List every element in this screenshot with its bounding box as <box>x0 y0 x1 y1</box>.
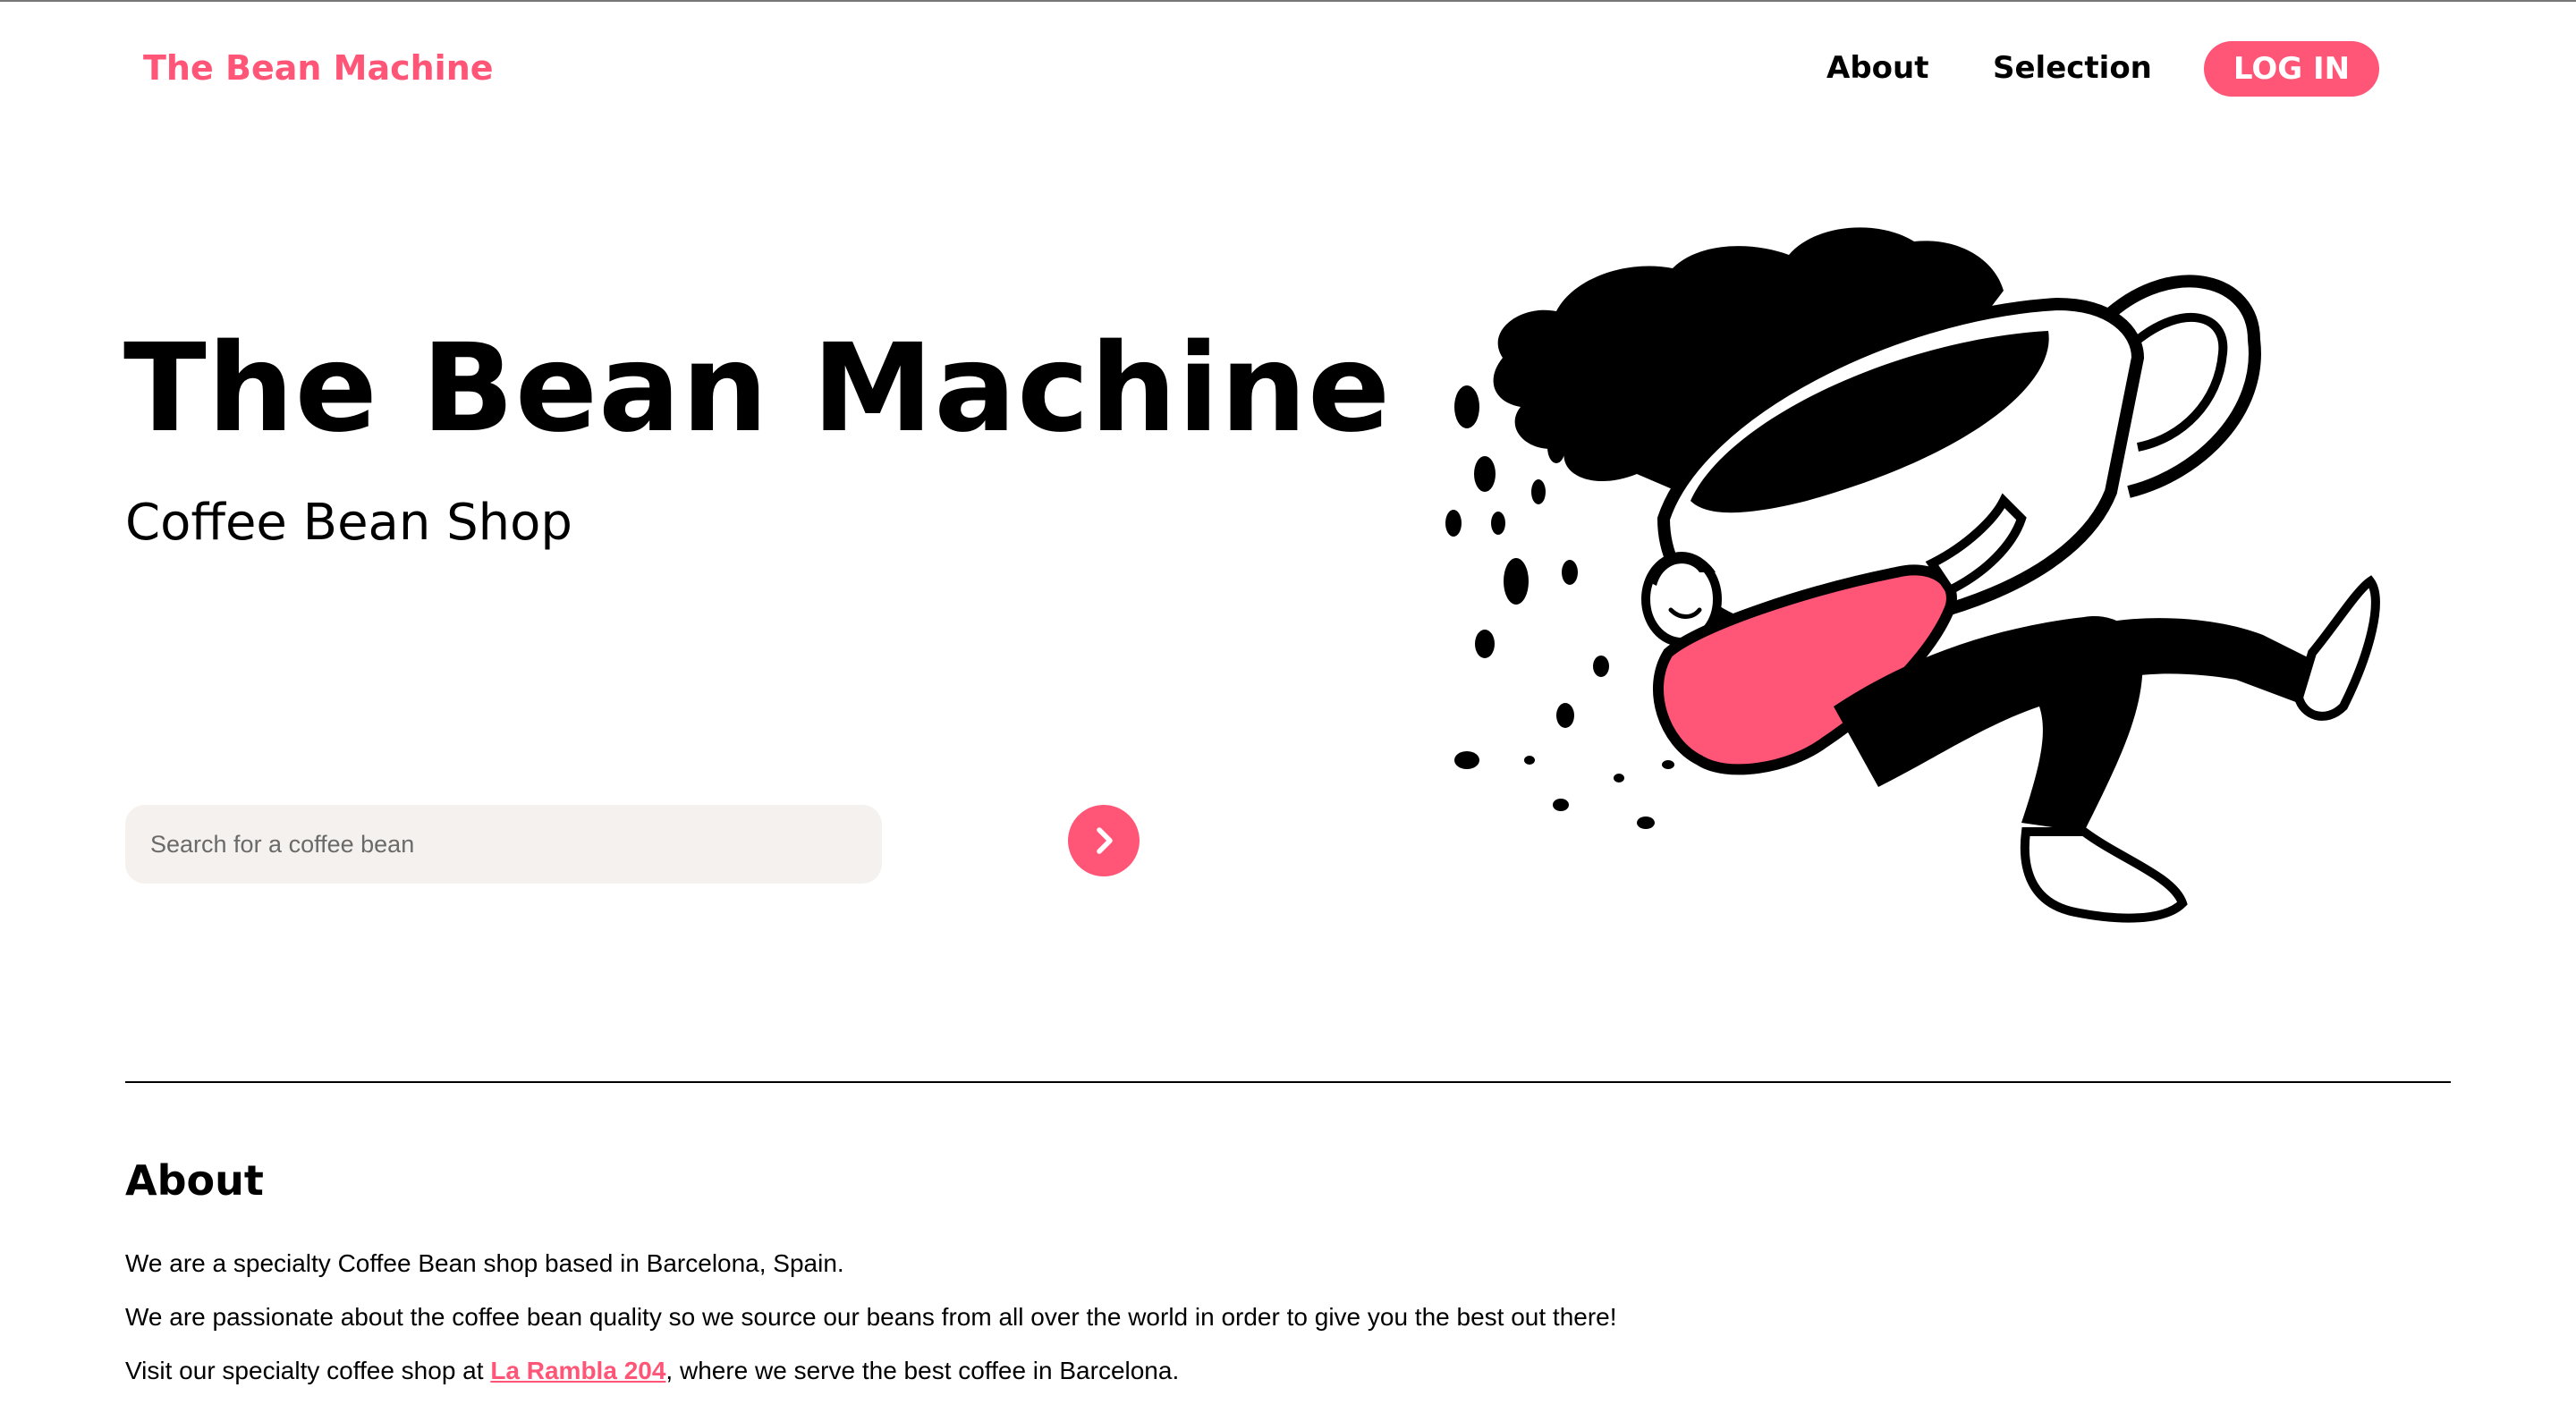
about-paragraph-1: We are a specialty Coffee Bean shop base… <box>125 1249 844 1277</box>
about-paragraph-3-lead: Visit our specialty coffee shop at <box>125 1357 491 1384</box>
about-heading: About <box>125 1156 264 1205</box>
search-submit-button[interactable] <box>1068 805 1140 876</box>
login-button[interactable]: LOG IN <box>2204 41 2379 97</box>
hero-title: The Bean Machine <box>123 318 1392 460</box>
section-divider <box>125 1081 2451 1083</box>
search-input[interactable] <box>125 805 882 884</box>
address-link[interactable]: La Rambla 204 <box>490 1357 665 1384</box>
brand-logo-link[interactable]: The Bean Machine <box>143 43 494 93</box>
nav-about-link[interactable]: About <box>1826 43 1928 93</box>
about-paragraph-3: Visit our specialty coffee shop at La Ra… <box>125 1353 1179 1389</box>
navbar: The Bean Machine About Selection LOG IN <box>0 0 2576 134</box>
about-paragraph-2: We are passionate about the coffee bean … <box>125 1303 1617 1331</box>
chevron-right-icon <box>1097 827 1113 854</box>
about-paragraph-3-tail: , where we serve the best coffee in Barc… <box>665 1357 1180 1384</box>
nav-selection-link[interactable]: Selection <box>1993 43 2152 93</box>
hero-subtitle: Coffee Bean Shop <box>125 494 572 552</box>
coffee-illustration <box>1445 227 2380 923</box>
